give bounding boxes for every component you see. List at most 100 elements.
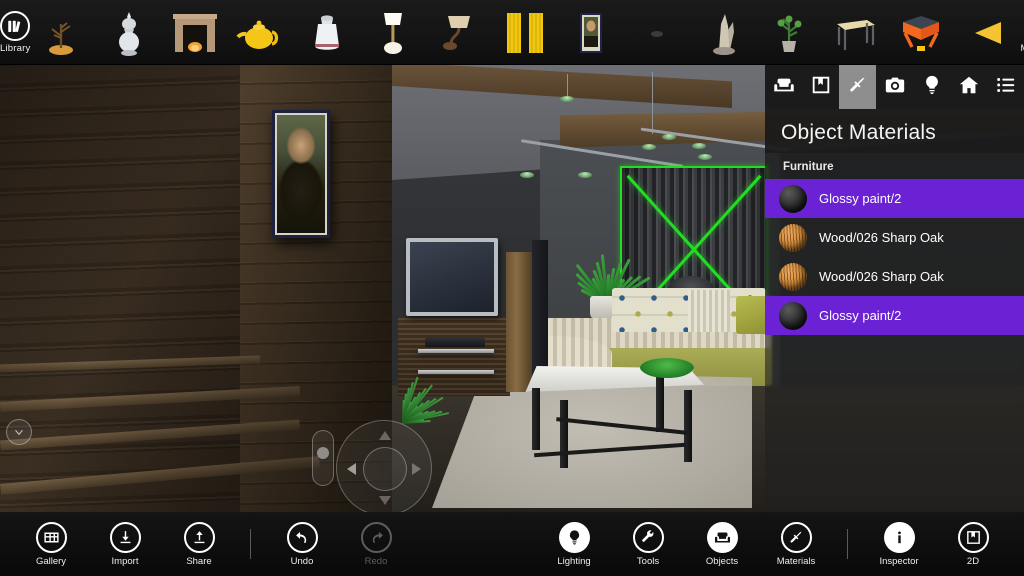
object-thumbnail-potted-plant[interactable] [756, 5, 822, 61]
material-swatch-sphere [779, 223, 807, 252]
bottom-lighting-button[interactable]: Lighting [537, 512, 611, 576]
button-label: Import [111, 555, 139, 567]
coffee-table-leg [532, 388, 540, 450]
dpad-down-arrow-icon[interactable] [379, 496, 391, 505]
dpad-right-arrow-icon[interactable] [412, 463, 421, 475]
material-name: Wood/026 Sharp Oak [819, 269, 944, 284]
material-swatch-sphere [779, 262, 807, 291]
object-thumbnail-white-jug[interactable] [294, 5, 360, 61]
object-thumbnail-framed-painting[interactable] [558, 5, 624, 61]
material-list[interactable]: Glossy paint/2 Wood/026 Sharp Oak Wood/026… [765, 179, 1024, 335]
material-swatch-sphere [779, 184, 807, 213]
bottom-gallery-button[interactable]: Gallery [14, 512, 88, 576]
material-row[interactable]: Glossy paint/2 [765, 179, 1024, 218]
object-thumbnail-yellow-wedge[interactable] [954, 5, 1020, 61]
bottom-2d-button[interactable]: 2D [936, 512, 1010, 576]
object-thumbnail-tree-sculpture[interactable] [30, 5, 96, 61]
library-books-icon [0, 11, 31, 41]
object-thumbnail-wooden-table[interactable] [822, 5, 888, 61]
panel-body: Object Materials Furniture Glossy paint/… [765, 109, 1024, 512]
button-label: Gallery [35, 555, 67, 567]
object-thumbnail-yellow-teapot[interactable] [228, 5, 294, 61]
object-thumbnail-strip[interactable] [30, 0, 1020, 65]
panel-tab-camera[interactable] [876, 65, 913, 109]
object-thumbnail-orange-side-table[interactable] [888, 5, 954, 61]
materials-label-top: Materials [1020, 43, 1024, 54]
panel-tab-bar[interactable] [765, 65, 1024, 109]
painting-mat [275, 113, 327, 235]
redo-arrow-icon [360, 521, 392, 553]
mona-lisa-painting[interactable] [272, 110, 330, 238]
armchair-icon [773, 74, 795, 101]
panel-tab-home[interactable] [950, 65, 987, 109]
ceiling-spot [578, 172, 592, 178]
object-thumbnail-yellow-curtains[interactable] [492, 5, 558, 61]
ceiling-spot [662, 134, 676, 140]
bottom-materials-button[interactable]: Materials [759, 512, 833, 576]
navigation-dpad[interactable] [336, 420, 432, 516]
bottom-undo-button[interactable]: Undo [265, 512, 339, 576]
object-thumbnail-fireplace[interactable] [162, 5, 228, 61]
collapse-chevron-button[interactable] [6, 419, 32, 445]
dpad-center[interactable] [363, 447, 407, 491]
tv-screen [410, 242, 494, 312]
bottom-share-button[interactable]: Share [162, 512, 236, 576]
button-label: Inspector [879, 555, 919, 567]
materials-button-top[interactable]: Materials [1020, 0, 1024, 65]
ceiling-spot [560, 96, 574, 102]
lightbulb-icon [558, 521, 590, 553]
download-icon [109, 521, 141, 553]
object-thumbnail-small-stone[interactable] [624, 5, 690, 61]
bottom-right-group[interactable]: Lighting Tools Objects Materials [537, 512, 833, 576]
material-name: Glossy paint/2 [819, 308, 902, 323]
sofa-backrest-striped[interactable] [688, 290, 730, 332]
bottom-tools-button[interactable]: Tools [611, 512, 685, 576]
lightbulb-icon [921, 74, 943, 101]
bottom-objects-button[interactable]: Objects [685, 512, 759, 576]
object-thumbnail-floor-lamp[interactable] [360, 5, 426, 61]
list-icon [995, 74, 1017, 101]
television[interactable] [406, 238, 498, 316]
slider-handle[interactable] [317, 447, 329, 459]
media-device [425, 338, 485, 347]
ceiling-spot [520, 172, 534, 178]
panel-tab-list[interactable] [987, 65, 1024, 109]
paintbrush-icon [780, 521, 812, 553]
decor-bowl[interactable] [640, 358, 694, 378]
height-slider[interactable] [312, 430, 334, 486]
ceiling-spot [692, 143, 706, 149]
material-name: Wood/026 Sharp Oak [819, 230, 944, 245]
material-row[interactable]: Wood/026 Sharp Oak [765, 257, 1024, 296]
dpad-left-arrow-icon[interactable] [347, 463, 356, 475]
button-label: Share [186, 555, 212, 567]
panel-tab-floorplan[interactable] [802, 65, 839, 109]
dpad-up-arrow-icon[interactable] [379, 431, 391, 440]
material-row[interactable]: Glossy paint/2 [765, 296, 1024, 335]
paintbrush-icon [847, 74, 869, 101]
floorplan-save-icon [810, 74, 832, 101]
panel-tab-furniture[interactable] [765, 65, 802, 109]
button-label: Tools [636, 555, 660, 567]
bottom-left-group[interactable]: Gallery Import Share [14, 512, 236, 576]
bottom-far-right-group[interactable]: Inspector 2D [862, 512, 1010, 576]
button-label: 2D [966, 555, 980, 567]
material-row[interactable]: Wood/026 Sharp Oak [765, 218, 1024, 257]
panel-tab-materials[interactable] [839, 65, 876, 109]
share-upload-icon [183, 521, 215, 553]
wood-pillar [506, 252, 532, 392]
object-thumbnail-stone-sculpture[interactable] [690, 5, 756, 61]
info-icon [883, 521, 915, 553]
library-label: Library [0, 43, 31, 54]
toolbar-divider [847, 529, 848, 559]
button-label: Materials [776, 555, 816, 567]
panel-tab-lighting[interactable] [913, 65, 950, 109]
bottom-inspector-button[interactable]: Inspector [862, 512, 936, 576]
floorplan-save-icon [957, 521, 989, 553]
library-button[interactable]: Library [0, 0, 30, 65]
object-thumbnail-silver-vase[interactable] [96, 5, 162, 61]
object-thumbnail-wall-sconce[interactable] [426, 5, 492, 61]
history-group[interactable]: Undo Redo [265, 512, 413, 576]
painting-artwork [277, 115, 325, 233]
armchair-icon [706, 521, 738, 553]
bottom-import-button[interactable]: Import [88, 512, 162, 576]
